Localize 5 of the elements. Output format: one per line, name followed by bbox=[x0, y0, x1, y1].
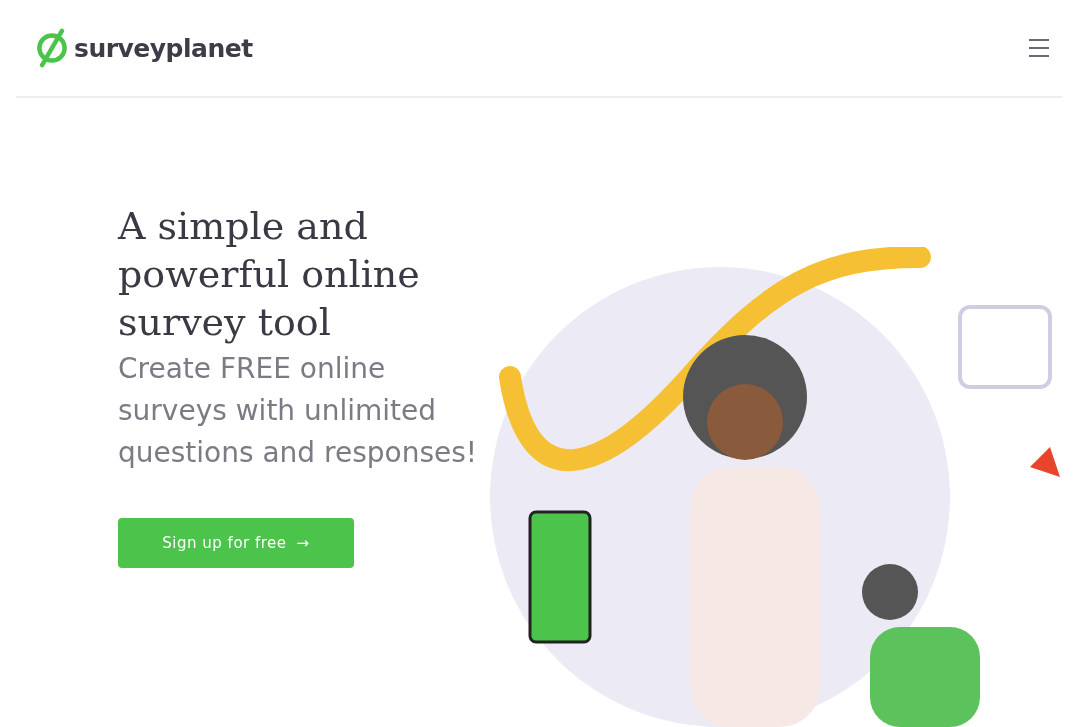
hero-headline: A simple and powerful online survey tool bbox=[118, 203, 421, 346]
hero-subheadline: Create FREE online surveys with unlimited questions and responses! bbox=[118, 351, 478, 471]
menu-icon[interactable] bbox=[1028, 37, 1050, 59]
logo-text[interactable]: surveyplanet bbox=[74, 33, 253, 63]
logo-icon bbox=[34, 28, 70, 68]
